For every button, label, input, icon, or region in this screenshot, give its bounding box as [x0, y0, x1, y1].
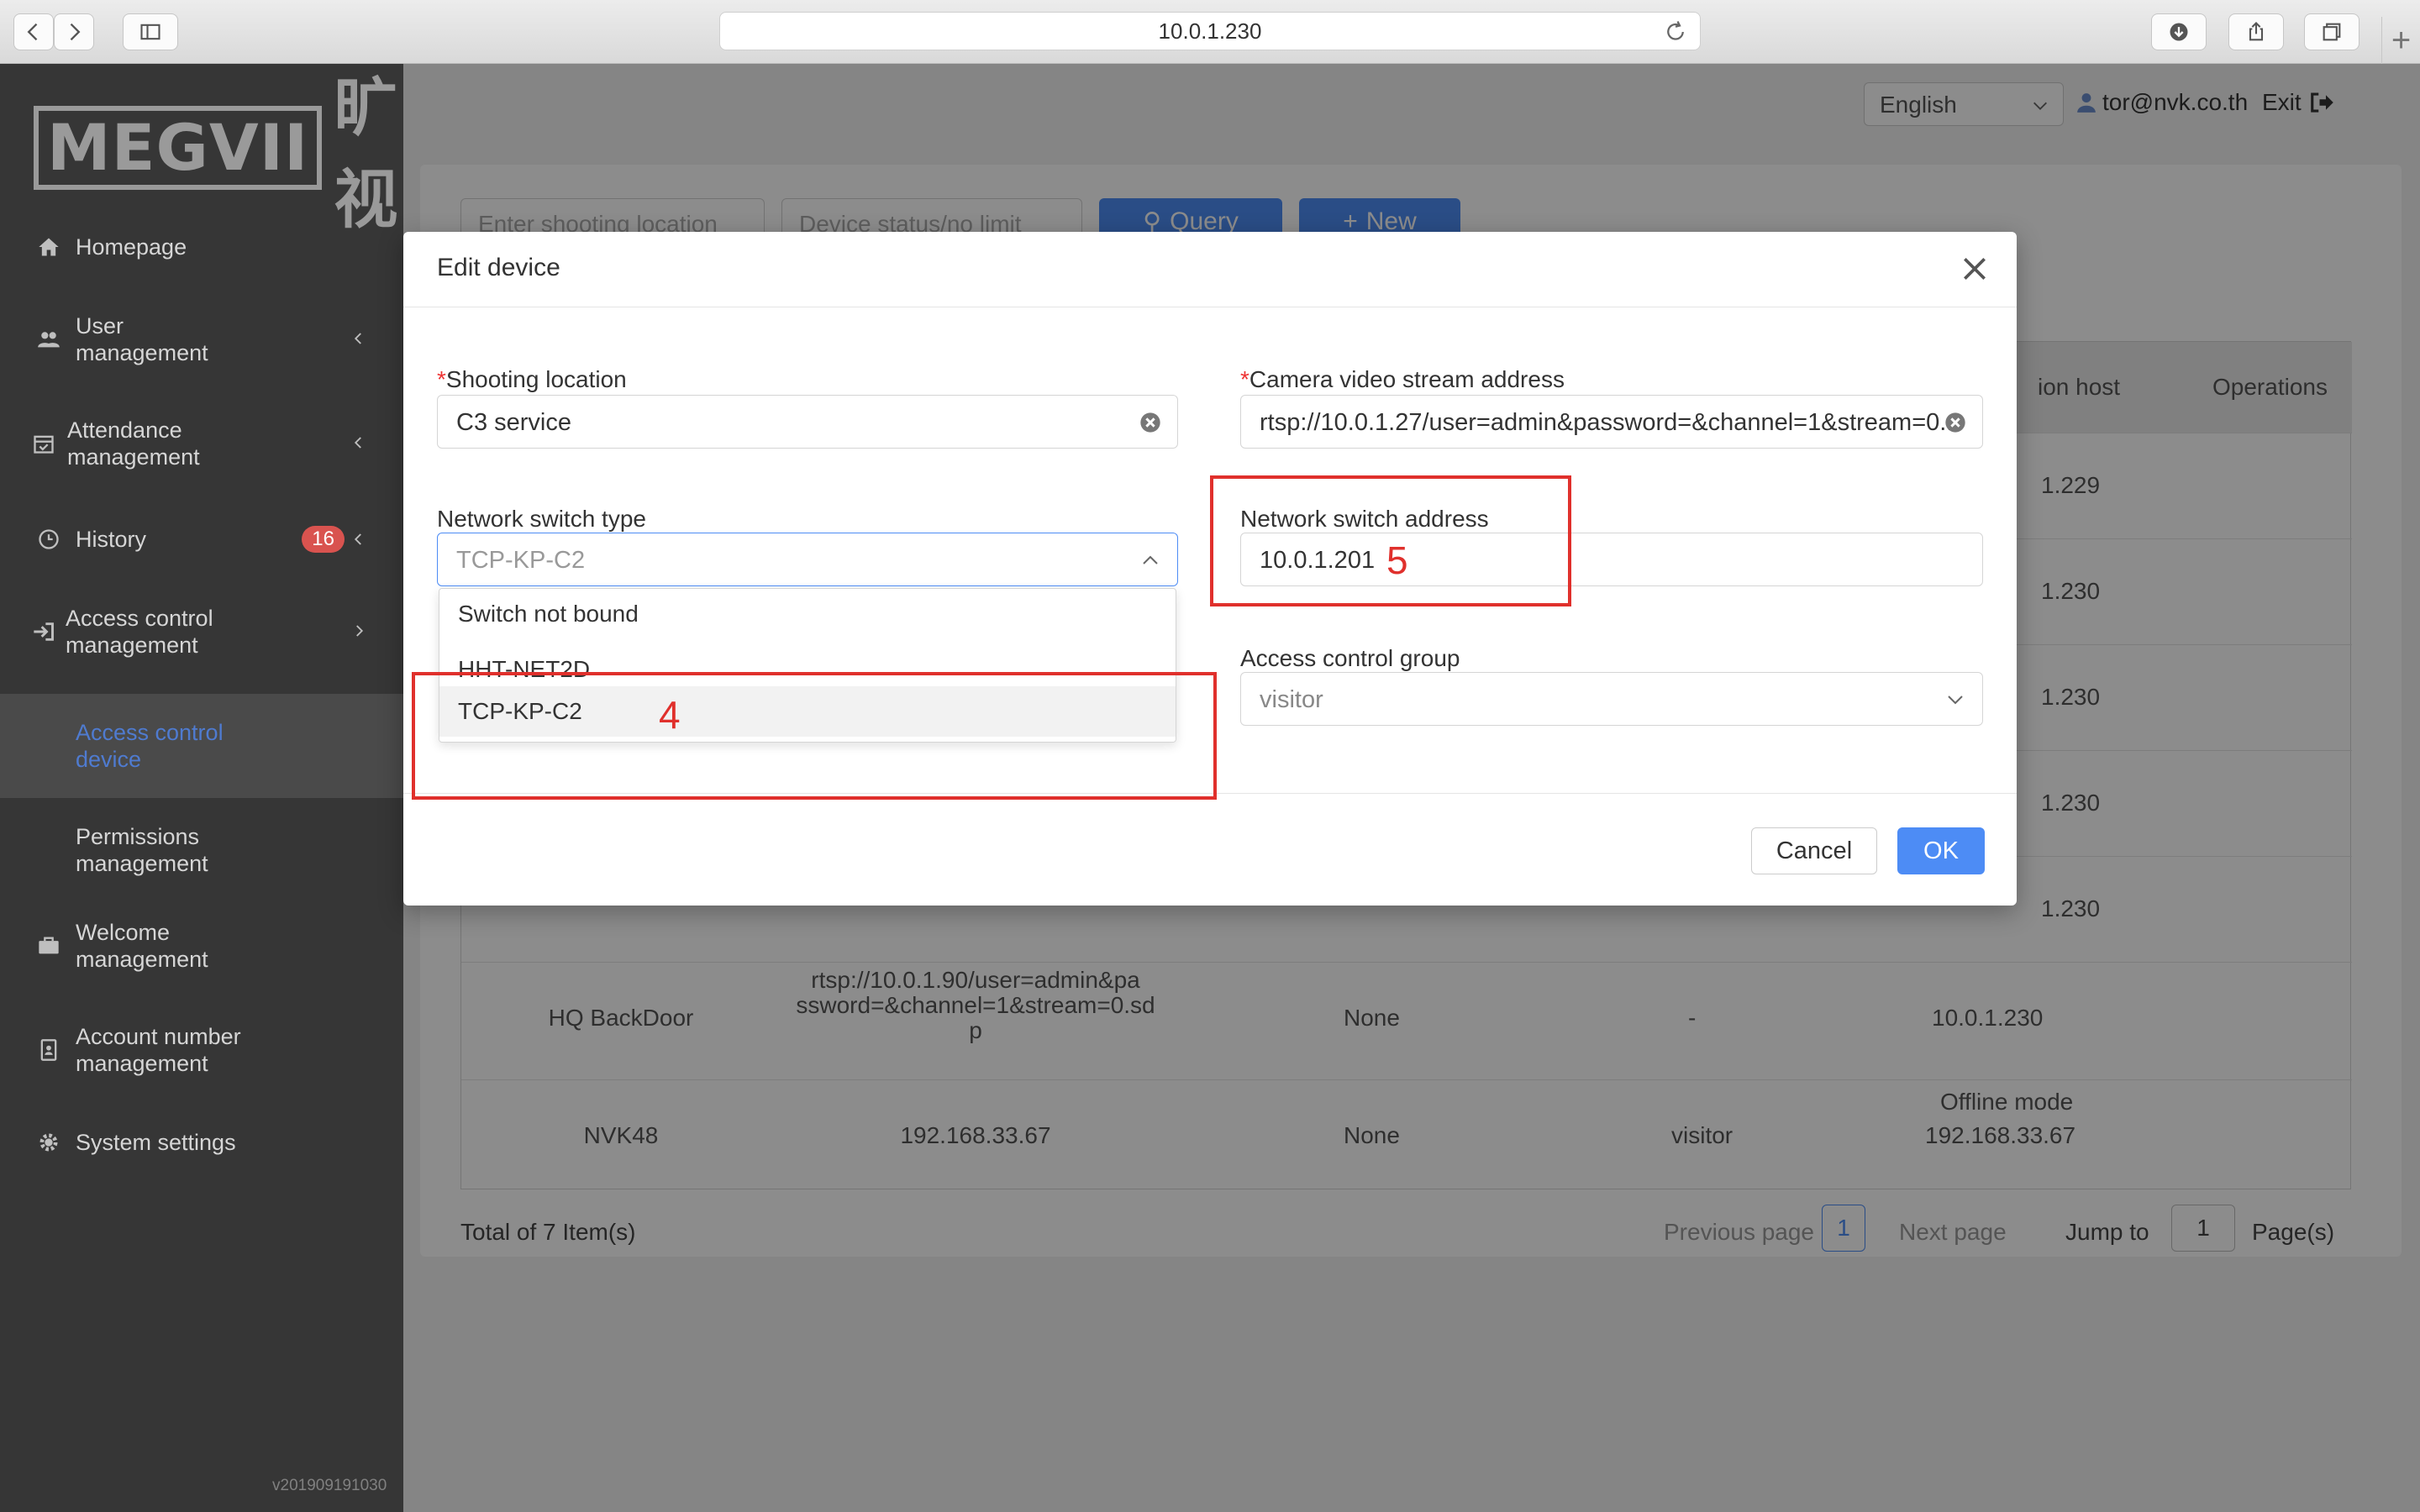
- sidebar-item-welcome-management[interactable]: Welcome management: [0, 919, 403, 973]
- tabs-icon: [2323, 23, 2341, 41]
- history-count-badge: 16: [302, 526, 345, 553]
- cancel-button[interactable]: Cancel: [1751, 827, 1877, 874]
- address-bar[interactable]: 10.0.1.230: [719, 12, 1701, 50]
- shooting-location-value: C3 service: [456, 409, 571, 436]
- new-tab-button[interactable]: +: [2381, 17, 2420, 64]
- sidebar-item-label: Access control management: [66, 606, 213, 658]
- logo-cn-text: 旷视: [334, 70, 398, 237]
- forward-button[interactable]: [54, 13, 94, 50]
- chevron-left-icon: [354, 533, 361, 545]
- sidebar-item-system-settings[interactable]: System settings: [0, 1126, 403, 1159]
- url-text: 10.0.1.230: [1158, 18, 1262, 44]
- camera-stream-label: *Camera video stream address: [1240, 366, 1565, 393]
- sidebar-item-attendance-management[interactable]: Attendance management: [0, 417, 403, 470]
- calendar-icon: [34, 435, 54, 454]
- sidebar-item-label: Homepage: [76, 234, 187, 260]
- downloads-button[interactable]: [2151, 13, 2207, 50]
- required-marker: *: [1240, 366, 1249, 392]
- sidebar-item-history[interactable]: History 16: [0, 522, 403, 556]
- chevron-right-icon: [356, 625, 364, 637]
- access-group-label: Access control group: [1240, 645, 1460, 671]
- close-icon[interactable]: [1958, 252, 1991, 286]
- access-group-value: visitor: [1260, 686, 1323, 713]
- chevron-down-icon: [1948, 696, 1963, 705]
- chevron-left-icon: [27, 23, 38, 41]
- switch-type-option[interactable]: Switch not bound: [439, 589, 1176, 639]
- dialog-footer: Cancel OK: [403, 793, 2017, 906]
- home-icon: [39, 238, 59, 256]
- camera-stream-value: rtsp://10.0.1.27/user=admin&password=&ch…: [1260, 409, 1954, 436]
- chevron-left-icon: [354, 437, 361, 449]
- briefcase-icon: [39, 937, 59, 954]
- camera-stream-input[interactable]: rtsp://10.0.1.27/user=admin&password=&ch…: [1240, 395, 1983, 449]
- annotation-box-step4: [412, 672, 1217, 800]
- sidebar-icon: [140, 24, 160, 40]
- switch-type-value: TCP-KP-C2: [456, 547, 586, 574]
- sidebar: MEGVII 旷视 Homepage User management Atten…: [0, 64, 403, 1512]
- clear-icon[interactable]: [1944, 411, 1967, 434]
- dialog-header: Edit device: [403, 232, 2017, 307]
- sidebar-item-user-management[interactable]: User management: [0, 312, 403, 366]
- download-icon: [2170, 23, 2188, 41]
- version-label: v201909191030: [272, 1477, 387, 1494]
- chevron-left-icon: [354, 333, 361, 344]
- dialog-title: Edit device: [437, 254, 560, 281]
- switch-type-label: Network switch type: [437, 506, 646, 532]
- annotation-number-5: 5: [1386, 538, 1408, 582]
- browser-toolbar: 10.0.1.230 +: [0, 0, 2420, 64]
- logo-text: MEGVII: [34, 106, 323, 190]
- sidebar-item-label: Attendance management: [67, 417, 200, 470]
- sidebar-item-label: Permissions management: [76, 824, 208, 876]
- id-badge-icon: [40, 1039, 57, 1061]
- camera-stream-label-text: Camera video stream address: [1249, 366, 1565, 392]
- sidebar-subitem-permissions-management[interactable]: Permissions management: [0, 798, 403, 902]
- shooting-location-label: *Shooting location: [437, 366, 627, 393]
- users-icon: [38, 332, 60, 348]
- sidebar-item-label: History: [76, 527, 147, 552]
- gear-icon: [39, 1133, 58, 1152]
- shooting-location-label-text: Shooting location: [445, 366, 627, 392]
- plus-icon: +: [2391, 21, 2412, 59]
- sidebar-subitem-access-control-device[interactable]: Access control device: [0, 694, 403, 798]
- chevron-right-icon: [70, 23, 81, 41]
- sign-in-icon: [34, 622, 54, 641]
- logo: MEGVII 旷视: [34, 70, 403, 237]
- sidebar-item-homepage[interactable]: Homepage: [0, 230, 403, 264]
- share-icon: [2249, 22, 2264, 41]
- shooting-location-input[interactable]: C3 service: [437, 395, 1178, 449]
- sidebar-item-label: Welcome management: [76, 920, 208, 972]
- ok-button[interactable]: OK: [1897, 827, 1985, 874]
- switch-type-select[interactable]: TCP-KP-C2: [437, 533, 1178, 586]
- sidebar-item-label: Account number management: [76, 1024, 241, 1076]
- clear-icon[interactable]: [1139, 411, 1162, 434]
- sidebar-toggle-button[interactable]: [123, 13, 178, 50]
- back-button[interactable]: [13, 13, 54, 50]
- access-group-select[interactable]: visitor: [1240, 672, 1983, 726]
- annotation-number-4: 4: [659, 693, 681, 737]
- clock-icon: [39, 529, 59, 549]
- share-button[interactable]: [2228, 13, 2284, 50]
- sidebar-item-label: System settings: [76, 1130, 236, 1155]
- sidebar-item-label: User management: [76, 313, 208, 365]
- chevron-up-icon: [1143, 555, 1158, 564]
- tabs-overview-button[interactable]: [2304, 13, 2360, 50]
- sidebar-item-access-control-management[interactable]: Access control management: [0, 605, 403, 659]
- required-marker: *: [437, 366, 446, 392]
- sidebar-item-account-number-management[interactable]: Account number management: [0, 1023, 403, 1077]
- reload-icon[interactable]: [1663, 19, 1688, 45]
- sidebar-item-label: Access control device: [76, 720, 224, 772]
